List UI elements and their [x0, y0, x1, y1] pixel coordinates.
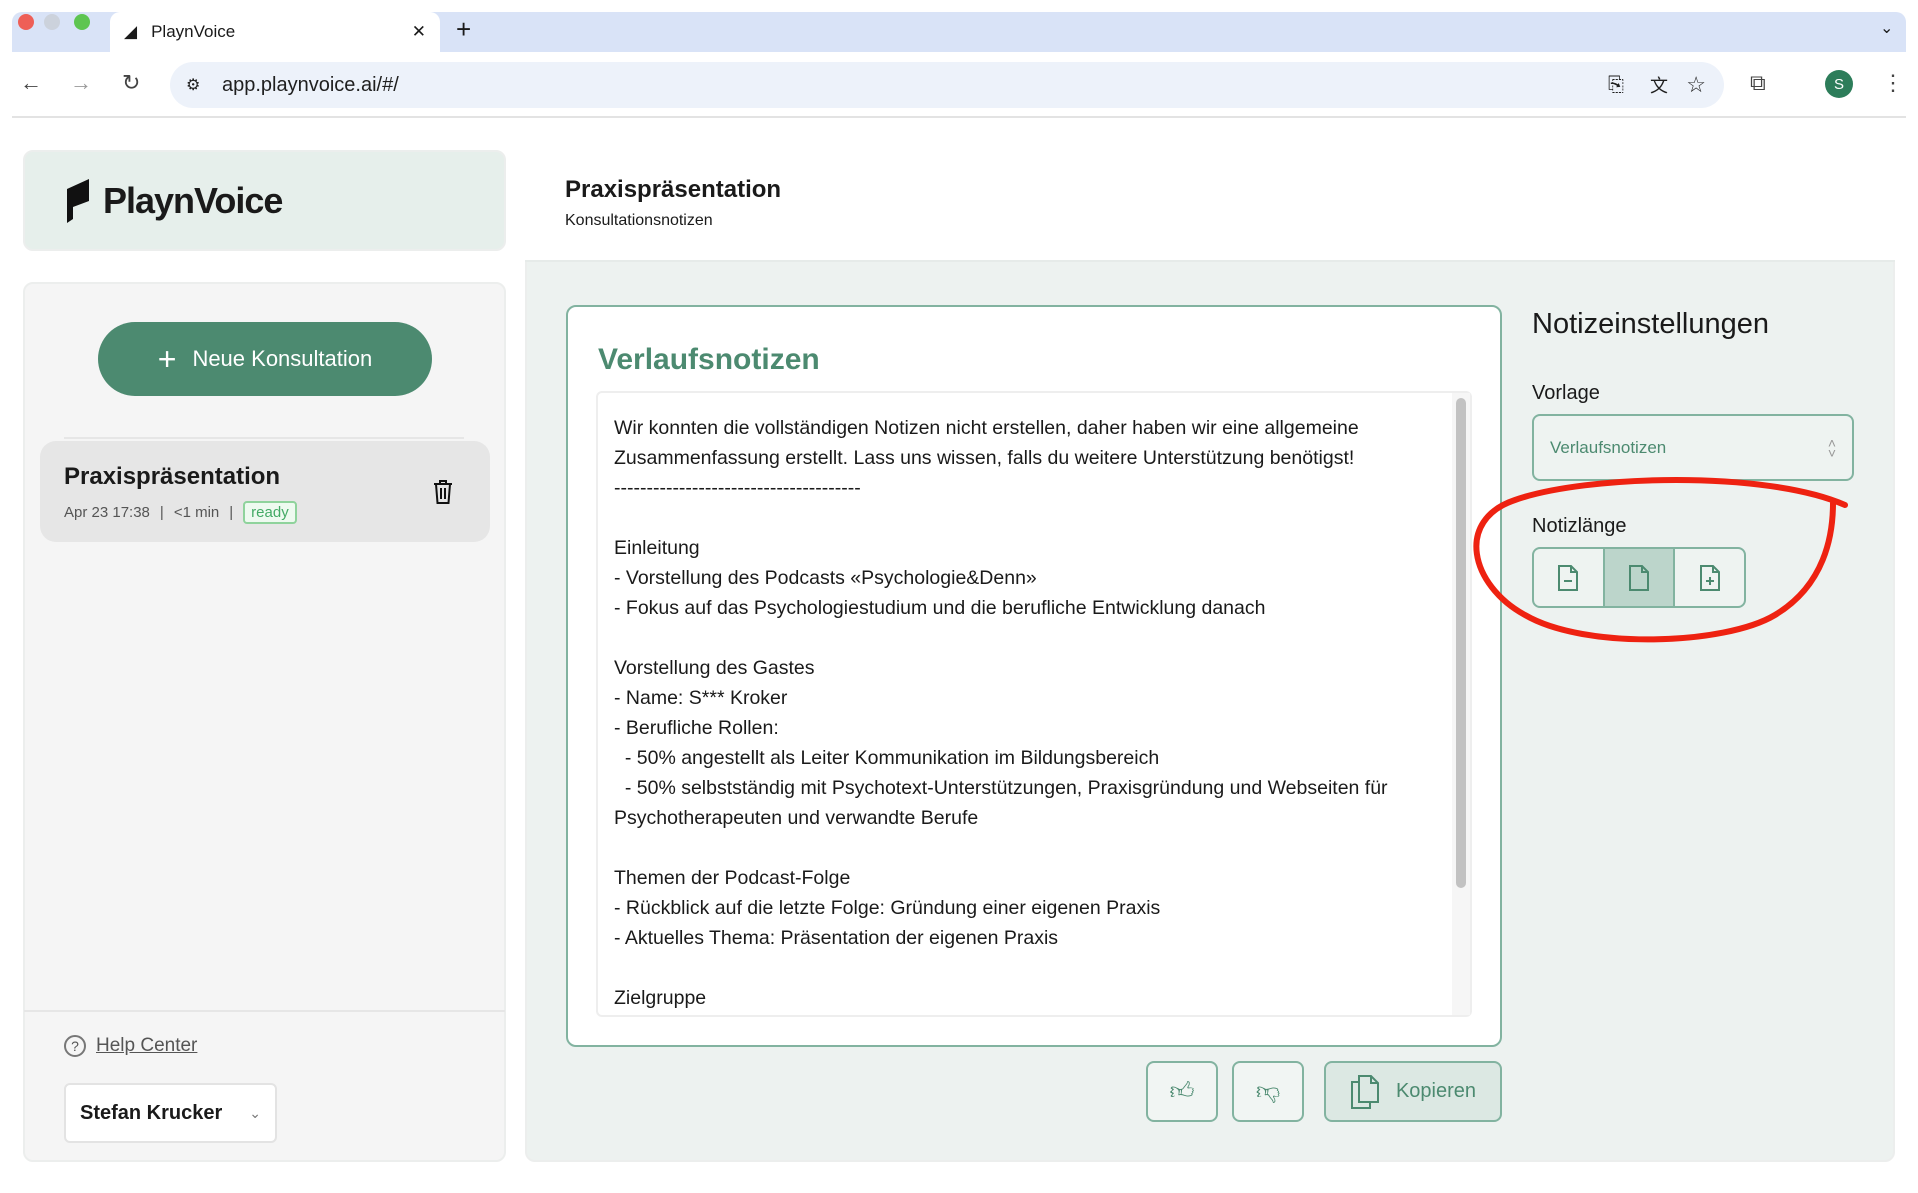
browser-tab[interactable]: ◢ PlaynVoice ✕: [110, 12, 440, 52]
help-center-label: Help Center: [96, 1035, 198, 1056]
divider: [64, 437, 464, 439]
template-value: Verlaufsnotizen: [1550, 437, 1667, 457]
thumbs-down-icon: 👎︎: [1255, 1077, 1281, 1105]
install-app-icon[interactable]: ⎘: [1608, 74, 1624, 97]
settings-title: Notizeinstellungen: [1532, 308, 1769, 340]
thumbs-up-icon: 👍︎: [1169, 1077, 1195, 1105]
translate-icon[interactable]: 文: [1650, 72, 1668, 98]
sidebar: [23, 282, 506, 1162]
extensions-icon[interactable]: ⧉: [1750, 70, 1766, 96]
copy-button[interactable]: Kopieren: [1324, 1061, 1502, 1122]
maximize-window-button[interactable]: [74, 14, 90, 30]
thumbs-down-button[interactable]: 👎︎: [1232, 1061, 1304, 1122]
tab-search-button[interactable]: ⌄: [1880, 18, 1893, 38]
close-window-button[interactable]: [18, 14, 34, 30]
page-subtitle: Konsultationsnotizen: [565, 212, 713, 229]
page-title: Praxispräsentation: [565, 176, 782, 203]
new-tab-button[interactable]: +: [456, 14, 471, 45]
url-text: app.playnvoice.ai/#/: [222, 73, 399, 96]
minimize-window-button[interactable]: [44, 14, 60, 30]
help-icon: ?: [64, 1035, 86, 1057]
address-bar[interactable]: ⚙ app.playnvoice.ai/#/ ⎘ 文 ☆: [170, 62, 1724, 108]
template-select[interactable]: Verlaufsnotizen ˄ ˅: [1532, 414, 1854, 481]
notes-title: Verlaufsnotizen: [598, 343, 820, 376]
forward-icon[interactable]: →: [70, 70, 92, 96]
brand-name: PlaynVoice: [103, 179, 283, 221]
logo-icon: [67, 178, 89, 223]
divider: [24, 1010, 505, 1012]
site-settings-icon[interactable]: ⚙: [186, 75, 200, 95]
favicon-icon: ◢: [124, 22, 138, 41]
trash-icon[interactable]: [432, 479, 454, 505]
plus-icon: +: [157, 340, 177, 377]
copy-label: Kopieren: [1395, 1080, 1477, 1102]
user-name: Stefan Krucker: [80, 1101, 223, 1124]
menu-icon[interactable]: ⋮: [1882, 70, 1904, 96]
new-consultation-label: Neue Konsultation: [192, 346, 373, 371]
thumbs-up-button[interactable]: 👍︎: [1146, 1061, 1218, 1122]
help-center-link[interactable]: ? Help Center: [64, 1035, 197, 1057]
session-item[interactable]: Praxispräsentation Apr 23 17:38 | <1 min |…: [40, 441, 490, 542]
close-tab-icon[interactable]: ✕: [412, 22, 426, 42]
new-consultation-button[interactable]: + Neue Konsultation: [98, 322, 432, 396]
chevron-down-icon: ⌄: [249, 1104, 261, 1121]
reload-icon[interactable]: ↻: [122, 70, 140, 96]
notes-textarea[interactable]: Wir konnten die vollständigen Notizen ni…: [596, 391, 1472, 1017]
updown-chevron-icon: ˄ ˅: [1827, 434, 1836, 461]
annotation-circle: [1473, 477, 1848, 643]
template-label: Vorlage: [1532, 382, 1600, 404]
back-icon[interactable]: ←: [20, 70, 42, 96]
copy-icon: [1350, 1074, 1379, 1109]
page-header: Praxispräsentation Konsultationsnotizen: [525, 150, 1895, 262]
bookmark-star-icon[interactable]: ☆: [1686, 72, 1706, 98]
status-badge: ready: [243, 501, 297, 524]
brand-logo: PlaynVoice: [23, 150, 506, 251]
session-date: Apr 23 17:38: [64, 504, 150, 521]
session-title: Praxispräsentation: [64, 463, 281, 490]
session-duration: <1 min: [173, 504, 220, 521]
tab-title: PlaynVoice: [151, 22, 236, 41]
profile-avatar[interactable]: S: [1825, 70, 1853, 98]
user-menu-dropdown[interactable]: Stefan Krucker ⌄: [64, 1083, 277, 1143]
